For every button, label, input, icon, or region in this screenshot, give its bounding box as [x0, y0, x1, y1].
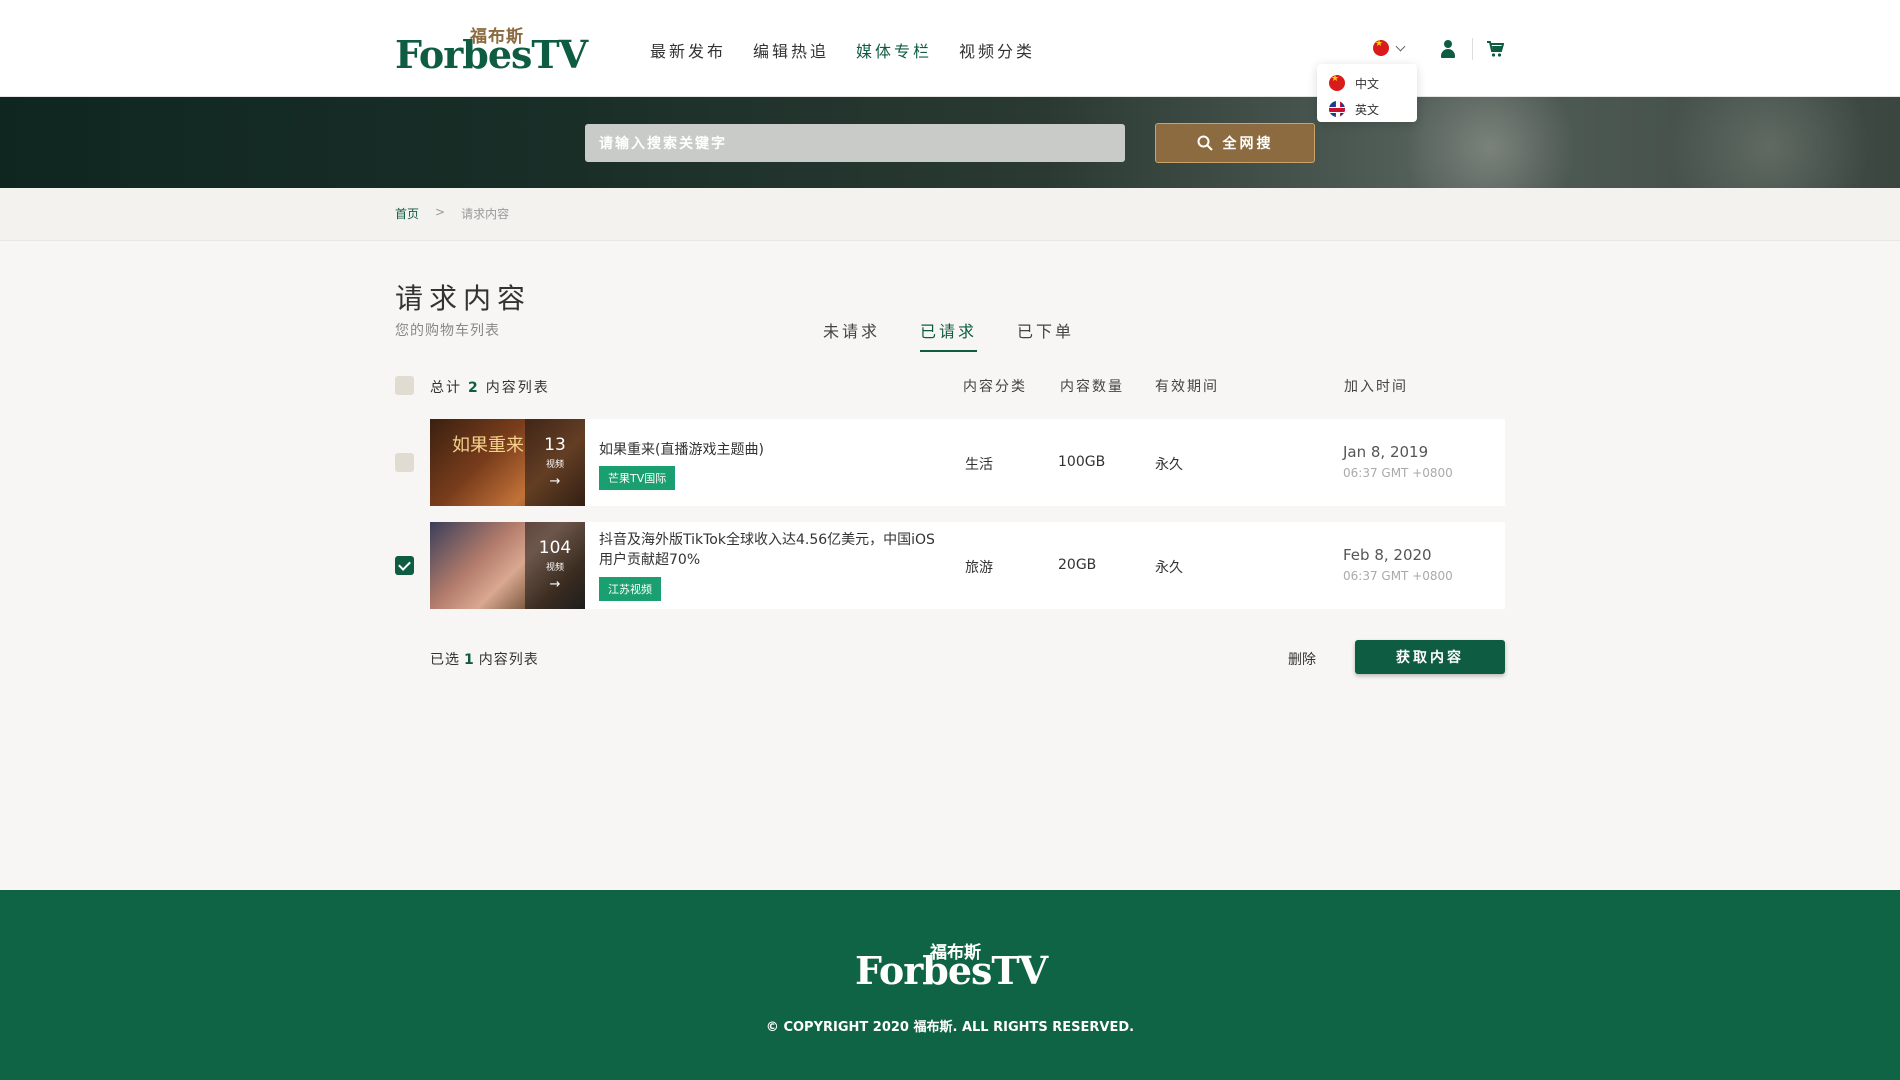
language-option-chinese[interactable]: 中文: [1329, 70, 1417, 96]
breadcrumb-home[interactable]: 首页: [395, 205, 419, 222]
video-count-label: 视频: [545, 460, 564, 470]
column-header-period: 有效期间: [1155, 379, 1219, 395]
breadcrumb: 首页 > 请求内容: [395, 205, 509, 222]
video-count: 13: [544, 435, 566, 455]
request-tabs: 未请求 已请求 已下单: [823, 318, 1074, 352]
total-count-label: 总计 2 内容列表: [430, 377, 550, 397]
content-title[interactable]: 抖音及海外版TikTok全球收入达4.56亿美元，中国iOS用户贡献超70%: [599, 530, 944, 570]
video-thumbnail[interactable]: 104 视频 →: [430, 522, 585, 609]
footer-logo-en: ForbesTV: [855, 948, 1048, 993]
thumbnail-title: 如果重来: [452, 435, 524, 456]
language-switcher[interactable]: [1373, 40, 1406, 56]
total-suffix: 内容列表: [485, 380, 550, 396]
site-header: 福布斯 ForbesTV 最新发布 编辑热追 媒体专栏 视频分类: [0, 0, 1900, 97]
video-count-overlay: 13 视频 →: [525, 419, 585, 506]
arrow-right-icon: →: [549, 474, 561, 489]
user-icon[interactable]: [1440, 40, 1456, 58]
content-period: 永久: [1155, 560, 1183, 576]
breadcrumb-bar: 首页 > 请求内容: [0, 188, 1900, 241]
row-checkbox[interactable]: [395, 556, 414, 575]
content-size: 20GB: [1058, 557, 1097, 573]
uk-flag-icon: [1329, 101, 1345, 117]
select-all-checkbox[interactable]: [395, 376, 414, 395]
page-subtitle: 您的购物车列表: [395, 323, 500, 339]
nav-item-editor-picks[interactable]: 编辑热追: [753, 38, 829, 62]
added-time: 06:37 GMT +0800: [1343, 569, 1453, 583]
video-count: 104: [538, 538, 572, 558]
video-count-overlay: 104 视频 →: [525, 522, 585, 609]
tab-not-requested[interactable]: 未请求: [823, 318, 880, 352]
nav-item-video-categories[interactable]: 视频分类: [959, 38, 1035, 62]
language-option-label: 英文: [1355, 102, 1380, 117]
added-time: 06:37 GMT +0800: [1343, 466, 1453, 480]
language-option-english[interactable]: 英文: [1329, 96, 1417, 122]
added-date: Feb 8, 2020: [1343, 546, 1432, 564]
site-footer: 福布斯 ForbesTV © COPYRIGHT 2020 福布斯. ALL R…: [0, 890, 1900, 1080]
total-count: 2: [468, 380, 480, 396]
video-thumbnail[interactable]: 如果重来 13 视频 →: [430, 419, 585, 506]
column-header-category: 内容分类: [963, 379, 1027, 395]
breadcrumb-separator: >: [435, 205, 446, 219]
search-banner: 全网搜: [0, 97, 1900, 188]
language-dropdown: 中文 英文: [1317, 64, 1417, 122]
main-nav: 最新发布 编辑热追 媒体专栏 视频分类: [650, 38, 1035, 62]
table-row: 如果重来 13 视频 → 如果重来(直播游戏主题曲) 芒果TV国际 生活 100…: [430, 419, 1505, 506]
page-title: 请求内容: [395, 282, 532, 315]
column-header-quantity: 内容数量: [1060, 379, 1124, 395]
china-flag-icon: [1373, 40, 1389, 56]
content-category: 旅游: [965, 560, 993, 576]
get-content-button[interactable]: 获取内容: [1355, 640, 1505, 674]
china-flag-icon: [1329, 75, 1345, 91]
selection-count-label: 已选 1 内容列表: [430, 649, 539, 669]
column-header-added-time: 加入时间: [1344, 379, 1408, 395]
table-row: 104 视频 → 抖音及海外版TikTok全球收入达4.56亿美元，中国iOS用…: [430, 522, 1505, 609]
row-checkbox[interactable]: [395, 453, 414, 472]
breadcrumb-current: 请求内容: [461, 207, 510, 221]
nav-item-media-column[interactable]: 媒体专栏: [856, 38, 932, 62]
search-icon: [1197, 135, 1213, 151]
selection-suffix: 内容列表: [478, 652, 539, 668]
arrow-right-icon: →: [549, 577, 561, 592]
nav-item-latest[interactable]: 最新发布: [650, 38, 726, 62]
chevron-down-icon: [1395, 41, 1406, 51]
source-tag[interactable]: 江苏视频: [599, 577, 661, 601]
search-button[interactable]: 全网搜: [1155, 123, 1315, 163]
video-count-label: 视频: [545, 563, 564, 573]
content-category: 生活: [965, 457, 993, 473]
total-prefix: 总计: [430, 380, 462, 396]
copyright-text: © COPYRIGHT 2020 福布斯. ALL RIGHTS RESERVE…: [765, 1020, 1135, 1035]
search-input[interactable]: [585, 124, 1125, 162]
logo-en-text: ForbesTV: [395, 32, 588, 77]
language-option-label: 中文: [1355, 76, 1380, 91]
content-title[interactable]: 如果重来(直播游戏主题曲): [599, 440, 944, 460]
tab-ordered[interactable]: 已下单: [1017, 318, 1074, 352]
delete-button[interactable]: 删除: [1288, 649, 1316, 669]
added-date: Jan 8, 2019: [1343, 443, 1429, 461]
cart-icon[interactable]: [1486, 40, 1504, 58]
tab-requested[interactable]: 已请求: [920, 318, 978, 352]
footer-logo[interactable]: 福布斯 ForbesTV: [855, 938, 1055, 993]
forbes-tv-logo[interactable]: 福布斯 ForbesTV: [395, 22, 588, 77]
header-divider: [1472, 38, 1473, 60]
search-button-label: 全网搜: [1222, 136, 1274, 152]
content-period: 永久: [1155, 457, 1183, 473]
source-tag[interactable]: 芒果TV国际: [599, 466, 676, 490]
selection-count: 1: [464, 652, 475, 668]
content-size: 100GB: [1058, 454, 1106, 470]
selection-prefix: 已选: [430, 652, 460, 668]
